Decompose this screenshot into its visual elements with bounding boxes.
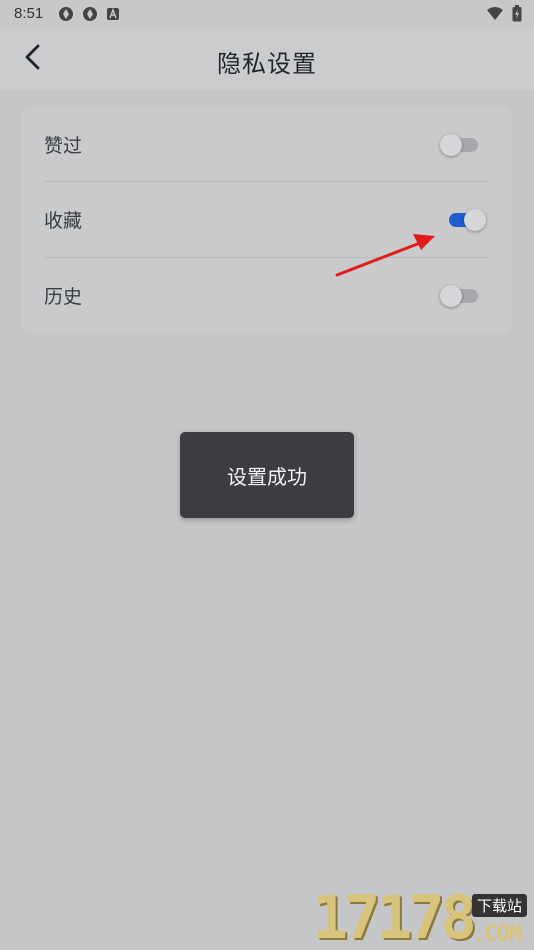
- watermark-domain: .COM: [472, 922, 522, 947]
- status-bar: 8:51: [0, 0, 534, 28]
- watermark-logo: 17178 下载站 .COM: [308, 886, 534, 950]
- setting-row-favorites: 收藏: [22, 182, 512, 257]
- aperture-icon: [58, 6, 74, 26]
- page-title: 隐私设置: [217, 50, 317, 78]
- a-badge-icon: [106, 6, 120, 26]
- status-time: 8:51: [14, 5, 44, 22]
- notification-icons: [58, 6, 120, 26]
- toast-text: 设置成功: [227, 464, 307, 489]
- battery-charging-icon: [512, 5, 522, 26]
- setting-row-likes: 赞过: [22, 107, 512, 182]
- status-right: [486, 5, 522, 26]
- wifi-icon: [486, 6, 504, 25]
- privacy-settings-card: 赞过 收藏 历史: [22, 107, 512, 333]
- watermark-badge: 下载站: [472, 894, 528, 917]
- favorites-toggle[interactable]: [440, 208, 488, 232]
- app-header: 隐私设置: [0, 28, 534, 90]
- setting-label: 历史: [44, 286, 83, 308]
- watermark-digits: 17178: [312, 883, 477, 950]
- aperture-icon: [82, 6, 98, 26]
- setting-label: 收藏: [44, 210, 83, 232]
- history-toggle[interactable]: [440, 284, 488, 308]
- setting-label: 赞过: [44, 135, 83, 157]
- likes-toggle[interactable]: [440, 133, 488, 157]
- setting-row-history: 历史: [22, 258, 512, 333]
- toast-message: 设置成功: [180, 432, 354, 518]
